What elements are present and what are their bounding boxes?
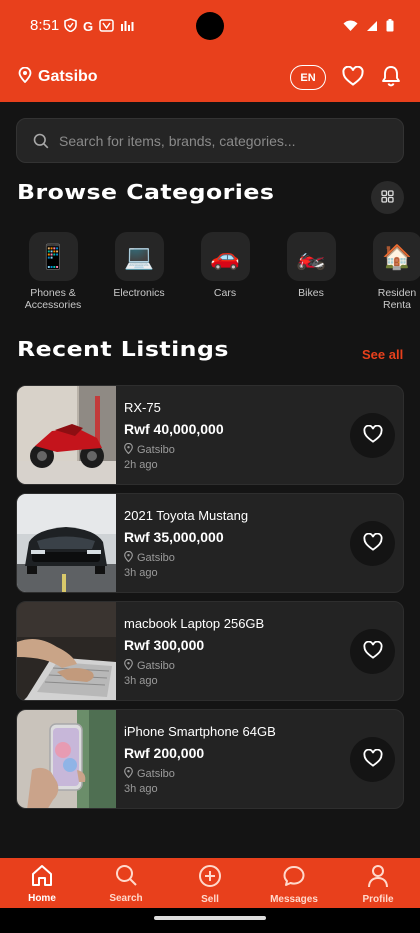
phone-icon: 📱	[28, 232, 78, 281]
search-input[interactable]	[59, 132, 379, 149]
listing-image	[17, 602, 116, 700]
motorbike-icon: 🏍️	[286, 232, 336, 281]
nav-sell[interactable]: Sell	[168, 864, 252, 905]
location-pin-icon	[124, 550, 133, 565]
bars-app-icon	[120, 19, 134, 35]
bell-icon	[381, 66, 401, 91]
grid-icon	[381, 188, 394, 207]
favorite-button[interactable]	[350, 521, 395, 566]
nav-label: Search	[109, 893, 143, 904]
listing-location: Gatsibo	[124, 766, 175, 781]
listing-time: 2h ago	[124, 459, 158, 471]
nav-label: Profile	[362, 894, 394, 905]
listing-image	[17, 386, 116, 484]
listing-title: iPhone Smartphone 64GB	[124, 724, 276, 739]
car-icon: 🚗	[200, 232, 250, 281]
category-phones[interactable]: 📱 Phones & Accessories	[10, 232, 96, 311]
browse-categories-title: Browse Categories	[17, 180, 275, 204]
home-icon	[30, 864, 54, 891]
category-grid-button[interactable]	[371, 181, 404, 214]
laptop-icon: 💻	[114, 232, 164, 281]
category-label: Electronics	[113, 287, 165, 299]
location-pin-icon	[18, 66, 32, 87]
google-g-icon: G	[83, 19, 94, 34]
listing-image	[17, 494, 116, 592]
category-label: Bikes	[298, 287, 324, 299]
chat-icon	[282, 864, 306, 892]
location-pin-icon	[124, 442, 133, 457]
heart-icon	[363, 532, 383, 555]
listing-card[interactable]: macbook Laptop 256GB Rwf 300,000 Gatsibo…	[16, 601, 404, 701]
heart-icon	[342, 65, 364, 90]
search-icon	[115, 864, 138, 891]
search-icon	[33, 133, 49, 149]
house-icon: 🏠	[372, 232, 420, 281]
nav-search[interactable]: Search	[84, 864, 168, 904]
status-time: 8:51	[30, 17, 60, 34]
nav-messages[interactable]: Messages	[252, 864, 336, 905]
app-bar: Gatsibo EN	[0, 52, 420, 102]
nav-label: Home	[28, 893, 56, 904]
listing-card[interactable]: iPhone Smartphone 64GB Rwf 200,000 Gatsi…	[16, 709, 404, 809]
listing-location: Gatsibo	[124, 658, 175, 673]
location-selector[interactable]: Gatsibo	[18, 66, 98, 87]
category-cars[interactable]: 🚗 Cars	[182, 232, 268, 299]
notifications-button[interactable]	[381, 65, 401, 91]
nav-home[interactable]: Home	[0, 864, 84, 904]
favorite-button[interactable]	[350, 413, 395, 458]
top-bar: 8:51 G Gatsibo EN	[0, 0, 420, 102]
listing-card[interactable]: 2021 Toyota Mustang Rwf 35,000,000 Gatsi…	[16, 493, 404, 593]
battery-icon	[386, 17, 394, 36]
listing-location: Gatsibo	[124, 442, 175, 457]
listing-price: Rwf 300,000	[124, 637, 205, 653]
heart-icon	[363, 640, 383, 663]
listing-time: 3h ago	[124, 567, 158, 579]
listing-price: Rwf 40,000,000	[124, 421, 224, 437]
heart-icon	[363, 748, 383, 771]
nav-label: Sell	[201, 894, 219, 905]
nav-profile[interactable]: Profile	[336, 864, 420, 905]
signal-icon	[366, 17, 378, 36]
listing-time: 3h ago	[124, 783, 158, 795]
heart-icon	[363, 424, 383, 447]
search-bar[interactable]	[16, 118, 404, 163]
category-label: Cars	[213, 287, 237, 299]
shield-icon	[64, 18, 77, 35]
listing-title: macbook Laptop 256GB	[124, 616, 265, 631]
favorites-button[interactable]	[342, 65, 364, 90]
location-label: Gatsibo	[38, 68, 98, 85]
recent-listings-title: Recent Listings	[17, 337, 229, 361]
wifi-icon	[343, 17, 358, 36]
home-gesture-bar[interactable]	[154, 916, 266, 920]
language-toggle[interactable]: EN	[290, 65, 326, 90]
person-icon	[367, 864, 389, 892]
category-label: Phones & Accessories	[24, 287, 82, 311]
vpn-icon	[99, 18, 114, 35]
plus-circle-icon	[198, 864, 222, 892]
bottom-nav: Home Search Sell Messages Profile	[0, 858, 420, 908]
category-electronics[interactable]: 💻 Electronics	[96, 232, 182, 299]
listing-location: Gatsibo	[124, 550, 175, 565]
category-list: 📱 Phones & Accessories 💻 Electronics 🚗 C…	[0, 232, 420, 322]
location-pin-icon	[124, 658, 133, 673]
gesture-area	[0, 908, 420, 933]
listing-price: Rwf 200,000	[124, 745, 205, 761]
listing-price: Rwf 35,000,000	[124, 529, 224, 545]
listing-title: RX-75	[124, 400, 161, 415]
favorite-button[interactable]	[350, 629, 395, 674]
category-bikes[interactable]: 🏍️ Bikes	[268, 232, 354, 299]
nav-label: Messages	[270, 894, 318, 905]
status-left-icons: G	[64, 18, 134, 35]
status-right-icons	[343, 17, 394, 36]
listing-image	[17, 710, 116, 808]
location-pin-icon	[124, 766, 133, 781]
favorite-button[interactable]	[350, 737, 395, 782]
listing-time: 3h ago	[124, 675, 158, 687]
camera-cutout	[196, 12, 224, 40]
category-label: Residen Renta	[377, 287, 417, 311]
listing-card[interactable]: RX-75 Rwf 40,000,000 Gatsibo 2h ago	[16, 385, 404, 485]
category-residential-rentals[interactable]: 🏠 Residen Renta	[354, 232, 420, 311]
see-all-link[interactable]: See all	[362, 347, 403, 362]
listing-title: 2021 Toyota Mustang	[124, 508, 249, 523]
